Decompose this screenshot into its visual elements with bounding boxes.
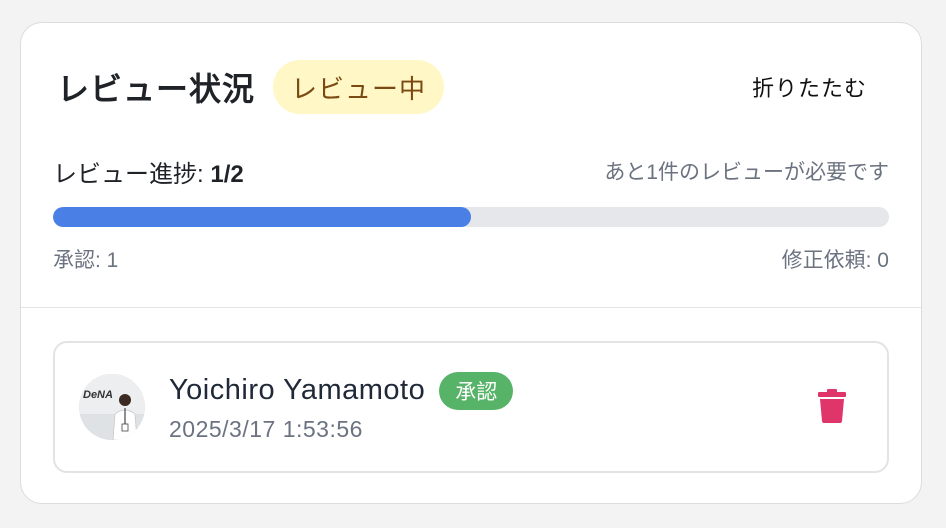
progress-header: レビュー進捗: 1/2 あと1件のレビューが必要です: [53, 153, 889, 189]
review-counts: 承認: 1 修正依頼: 0: [53, 243, 889, 275]
reviewer-date: 2025/3/17 1:53:56: [169, 415, 363, 442]
progress-value: 1/2: [210, 160, 244, 188]
card-title: レビュー状況: [57, 71, 256, 107]
progress-bar: [53, 207, 889, 227]
reviewer-name-row: Yoichiro Yamamoto 承認: [169, 371, 514, 410]
delete-button[interactable]: [815, 387, 849, 427]
avatar-logo-text: DeNA: [83, 389, 113, 401]
approved-badge: 承認: [439, 371, 514, 410]
status-badge: レビュー中: [273, 60, 445, 114]
reviewer-item: DeNA Yoichiro Yamamoto 承認 2025/3/17 1:53…: [53, 341, 889, 473]
reviewer-info: Yoichiro Yamamoto 承認 2025/3/17 1:53:56: [169, 371, 514, 443]
progress-label: レビュー進捗: 1/2: [53, 154, 244, 189]
reviewer-name: Yoichiro Yamamoto: [169, 374, 426, 406]
progress-label-text: レビュー進捗:: [53, 160, 204, 188]
remaining-text: あと1件のレビューが必要です: [604, 161, 889, 184]
divider: [21, 307, 921, 308]
changes-requested-count: 修正依頼: 0: [781, 249, 889, 272]
collapse-button[interactable]: 折りたたむ: [752, 71, 867, 103]
progress-bar-fill: [53, 207, 471, 227]
review-status-card: レビュー状況 レビュー中 折りたたむ レビュー進捗: 1/2 あと1件のレビュー…: [20, 22, 922, 504]
trash-icon: [818, 388, 846, 426]
approved-count: 承認: 1: [53, 249, 119, 272]
card-header: レビュー状況 レビュー中 折りたたむ: [57, 59, 885, 115]
avatar: DeNA: [79, 374, 145, 440]
